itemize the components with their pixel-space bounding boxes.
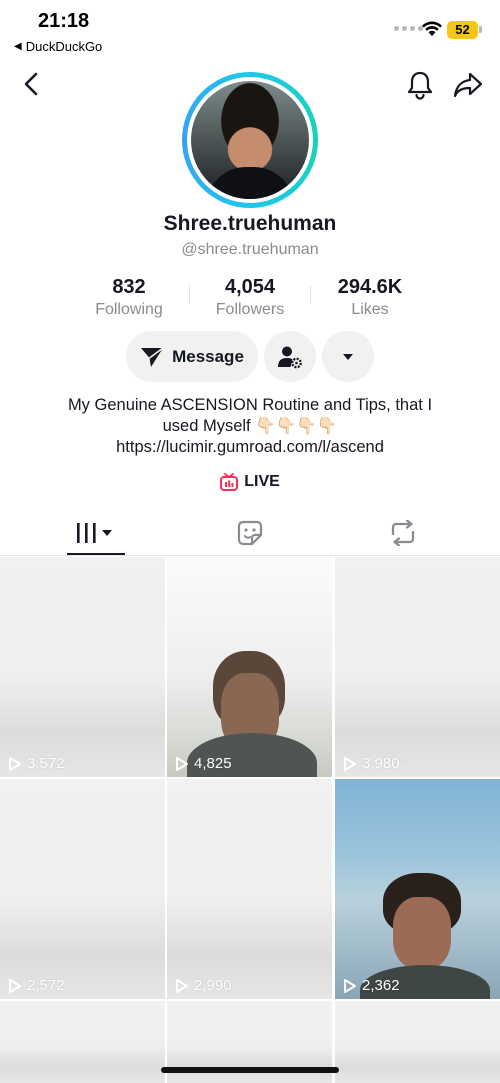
active-tab-indicator [67, 553, 125, 555]
following-label: Following [95, 301, 163, 318]
back-app-label: DuckDuckGo [25, 39, 103, 54]
play-icon [9, 978, 21, 993]
play-icon [344, 978, 356, 993]
live-label: LIVE [244, 473, 280, 490]
video-tile[interactable]: 2,362 [335, 779, 500, 999]
tab-reposts[interactable] [320, 510, 486, 556]
view-count: 2,362 [343, 977, 400, 994]
chevron-left-icon[interactable] [18, 70, 46, 98]
tab-favorites[interactable] [167, 510, 333, 556]
back-to-app-link[interactable]: ◀ DuckDuckGo [14, 39, 102, 54]
view-count-label: 2,572 [27, 977, 65, 994]
share-arrow-icon[interactable] [452, 70, 484, 100]
video-tile[interactable]: 4,825 [167, 557, 332, 777]
signal-icon [394, 26, 423, 31]
play-icon [344, 756, 356, 771]
tab-videos[interactable] [13, 510, 179, 556]
repost-icon [391, 520, 415, 546]
home-indicator [161, 1067, 339, 1073]
view-count-label: 2,362 [362, 977, 400, 994]
stat-likes[interactable]: 294.6K Likes [300, 276, 440, 319]
bio-line: used Myself 👇🏻👇🏻👇🏻👇🏻 [162, 417, 338, 435]
view-count: 2,572 [8, 977, 65, 994]
video-tile[interactable]: 3,980 [335, 557, 500, 777]
followers-label: Followers [215, 301, 285, 318]
likes-count: 294.6K [337, 276, 403, 298]
view-count: 3,980 [343, 755, 400, 772]
view-count-label: 3,572 [27, 755, 65, 772]
play-icon [9, 756, 21, 771]
message-button[interactable]: Message [126, 331, 258, 382]
view-count-label: 3,980 [362, 755, 400, 772]
username-handle: @shree.truehuman [181, 241, 319, 258]
following-count: 832 [112, 276, 146, 298]
bio: My Genuine ASCENSION Routine and Tips, t… [40, 395, 460, 458]
battery-nub [479, 26, 482, 33]
person-gear-icon [278, 346, 302, 368]
video-tile[interactable] [335, 1001, 500, 1083]
grid-bars-icon [77, 523, 112, 543]
video-tile[interactable]: 2,572 [0, 779, 165, 999]
send-icon [141, 346, 164, 367]
view-count: 2,990 [175, 977, 232, 994]
content-tabs [0, 510, 500, 556]
video-tile[interactable]: 2,990 [167, 779, 332, 999]
add-friend-button[interactable] [264, 331, 316, 382]
view-count-label: 4,825 [194, 755, 232, 772]
display-name: Shree.truehuman [163, 212, 337, 235]
bio-line: My Genuine ASCENSION Routine and Tips, t… [67, 396, 433, 414]
live-tv-icon [220, 473, 239, 491]
video-tile[interactable] [0, 1001, 165, 1083]
thumbnail-face [393, 897, 451, 969]
bell-icon[interactable] [406, 70, 434, 100]
video-tile[interactable]: 3,572 [0, 557, 165, 777]
likes-label: Likes [351, 301, 389, 318]
back-triangle-icon: ◀ [14, 41, 22, 52]
caret-down-icon [343, 353, 353, 360]
status-time: 21:18 [38, 10, 90, 32]
stat-following[interactable]: 832 Following [59, 276, 199, 319]
bio-link[interactable]: https://lucimir.gumroad.com/l/ascend [40, 437, 460, 458]
status-bar: 21:18 ◀ DuckDuckGo 52 [0, 0, 500, 58]
more-options-button[interactable] [322, 331, 374, 382]
wifi-icon [422, 21, 442, 36]
play-icon [176, 978, 188, 993]
avatar-story-ring[interactable] [182, 72, 318, 208]
play-icon [176, 756, 188, 771]
live-indicator[interactable]: LIVE [0, 473, 500, 491]
avatar [191, 81, 309, 199]
stat-followers[interactable]: 4,054 Followers [180, 276, 320, 319]
view-count-label: 2,990 [194, 977, 232, 994]
battery-indicator: 52 [447, 21, 478, 39]
message-label: Message [172, 346, 244, 366]
sticker-icon [237, 520, 263, 546]
view-count: 4,825 [175, 755, 232, 772]
followers-count: 4,054 [224, 276, 276, 298]
view-count: 3,572 [8, 755, 65, 772]
